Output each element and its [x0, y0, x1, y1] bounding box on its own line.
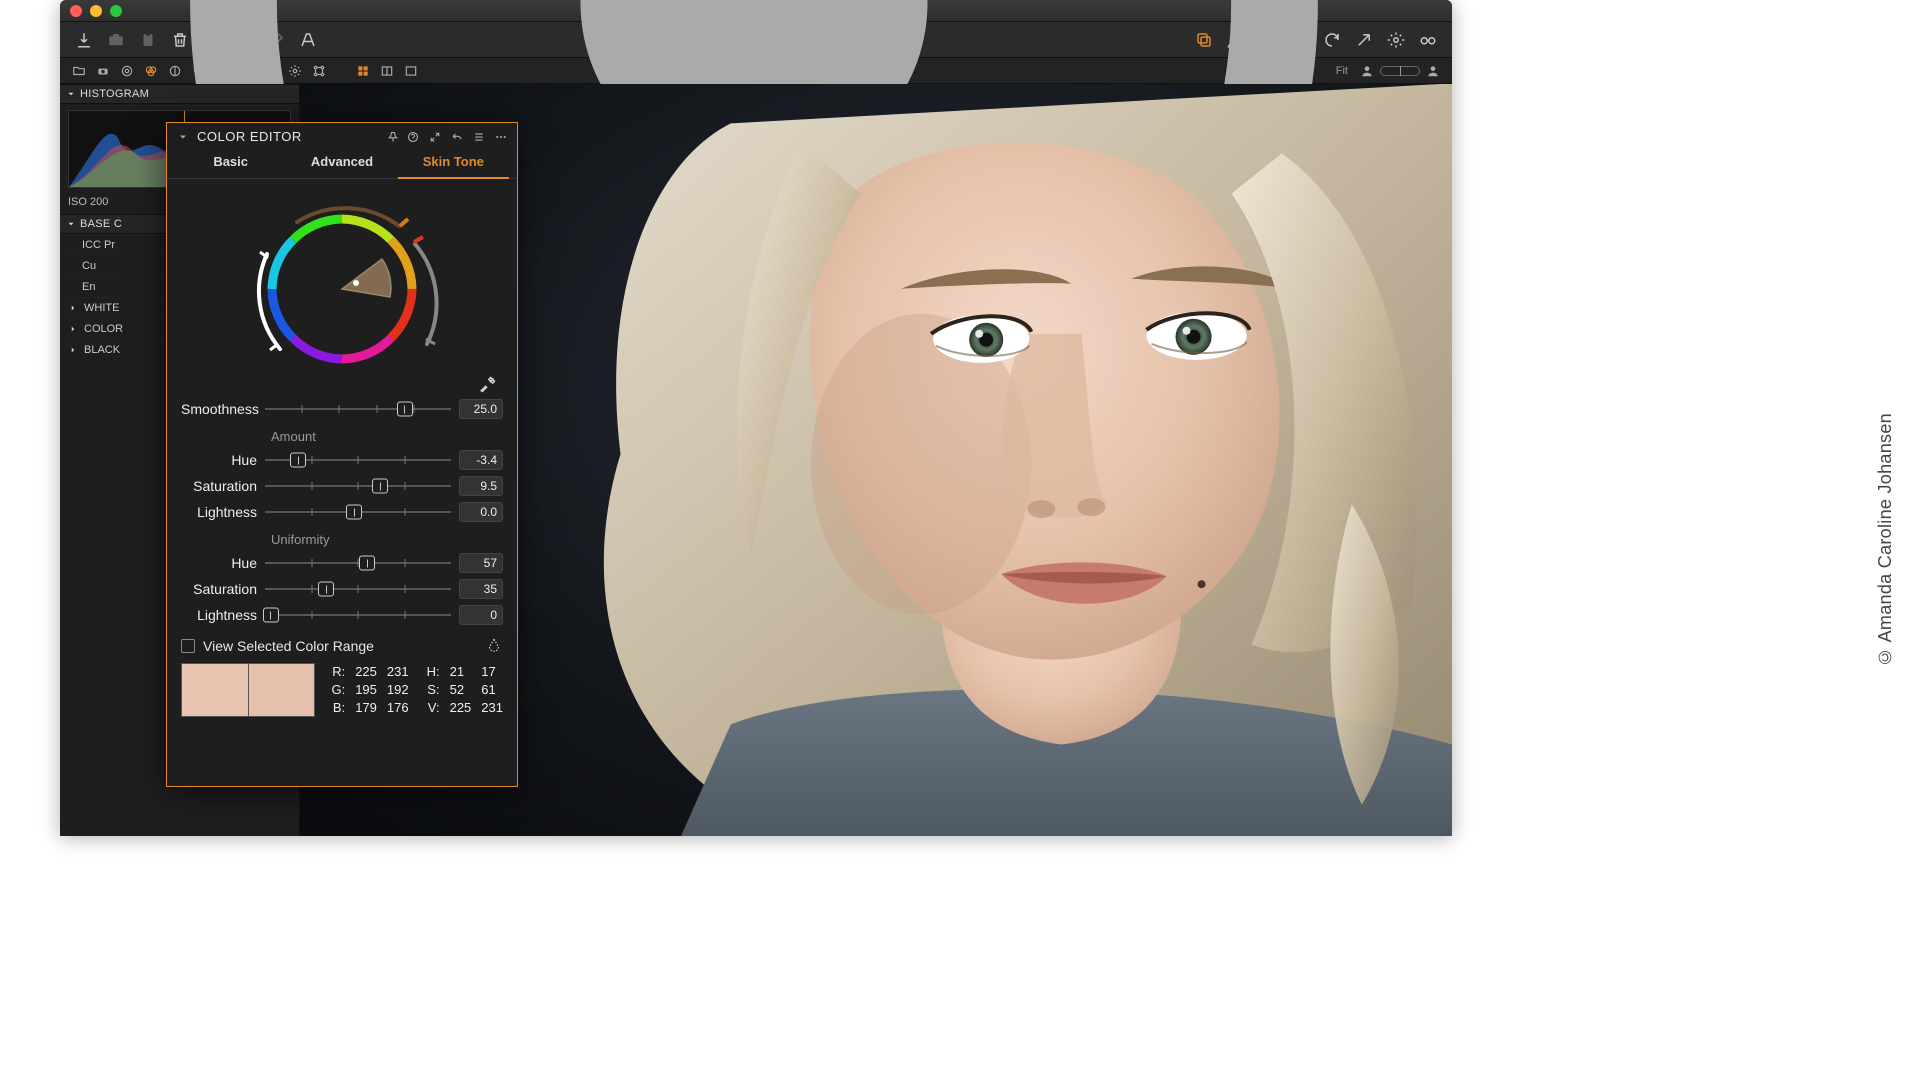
uni-hue-value[interactable]: 57: [459, 553, 503, 573]
smoothness-value[interactable]: 25.0: [459, 399, 503, 419]
amount-hue-label: Hue: [181, 452, 257, 468]
uni-light-label: Lightness: [181, 607, 257, 623]
crop-tool[interactable]: [694, 26, 722, 54]
rotate-right-button[interactable]: [1318, 26, 1346, 54]
keystone-tool[interactable]: [758, 26, 786, 54]
photo-credit: © Amanda Caroline Johansen: [1875, 413, 1896, 667]
view-range-label: View Selected Color Range: [203, 638, 374, 654]
viewer-mode-split-icon[interactable]: [376, 60, 398, 82]
person-right-icon[interactable]: [1422, 60, 1444, 82]
panel-reset-icon[interactable]: [451, 131, 463, 143]
capture-tab-icon[interactable]: [92, 60, 114, 82]
amount-sat-value[interactable]: 9.5: [459, 476, 503, 496]
exposure-tab-icon[interactable]: [164, 60, 186, 82]
grid-button[interactable]: [1254, 26, 1282, 54]
copy-adjustments-button[interactable]: [1190, 26, 1218, 54]
capture-button[interactable]: [102, 26, 130, 54]
viewer-mode-grid-icon[interactable]: [352, 60, 374, 82]
minimize-window-button[interactable]: [90, 5, 102, 17]
panel-collapse-icon[interactable]: [177, 131, 189, 143]
amount-hue-value[interactable]: -3.4: [459, 450, 503, 470]
amount-light-value[interactable]: 0.0: [459, 502, 503, 522]
smoothness-slider[interactable]: [265, 399, 451, 419]
amount-sat-slider[interactable]: [265, 476, 451, 496]
pan-tool[interactable]: [630, 26, 658, 54]
invert-pick-icon[interactable]: [485, 637, 503, 655]
amount-sat-label: Saturation: [181, 478, 257, 494]
uni-hue-slider[interactable]: [265, 553, 451, 573]
gear-tab-icon[interactable]: [284, 60, 306, 82]
panel-title: COLOR EDITOR: [197, 129, 379, 144]
swatch-after[interactable]: [248, 663, 315, 717]
viewer-mode-single-icon[interactable]: [400, 60, 422, 82]
process-tab-icon[interactable]: [308, 60, 330, 82]
cursor-tool[interactable]: [598, 26, 626, 54]
annotations-button[interactable]: [294, 26, 322, 54]
list-icon[interactable]: [473, 131, 485, 143]
zoom-tool[interactable]: [662, 26, 690, 54]
tab-skin-tone[interactable]: Skin Tone: [398, 148, 509, 179]
uniformity-header: Uniformity: [271, 532, 503, 547]
help-icon[interactable]: [407, 131, 419, 143]
amount-header: Amount: [271, 429, 503, 444]
fullscreen-window-button[interactable]: [110, 5, 122, 17]
redo-button[interactable]: [262, 26, 290, 54]
zoom-fit-label[interactable]: Fit: [1336, 65, 1348, 77]
amount-light-label: Lightness: [181, 504, 257, 520]
color-swatches-row: R:225231 G:195192 B:179176 H:2117 S:5261…: [181, 663, 503, 717]
glasses-button[interactable]: [1414, 26, 1442, 54]
amount-hue-slider[interactable]: [265, 450, 451, 470]
person-left-icon[interactable]: [1356, 60, 1378, 82]
exposure-indicator[interactable]: [1380, 66, 1420, 76]
rotate-tool[interactable]: [726, 26, 754, 54]
cog-button[interactable]: [1382, 26, 1410, 54]
metadata-tab-icon[interactable]: [236, 60, 258, 82]
color-tab-icon[interactable]: [140, 60, 162, 82]
library-tab-icon[interactable]: [68, 60, 90, 82]
main-toolbar: [60, 22, 1452, 58]
export-arrow-button[interactable]: [1350, 26, 1378, 54]
clipboard-button[interactable]: [134, 26, 162, 54]
tool-tab-bar: Fit: [60, 58, 1452, 84]
uni-light-slider[interactable]: [265, 605, 451, 625]
amount-light-slider[interactable]: [265, 502, 451, 522]
eraser-tool[interactable]: [854, 26, 882, 54]
spot-tool[interactable]: [790, 26, 818, 54]
view-range-checkbox[interactable]: [181, 639, 195, 653]
more-icon[interactable]: [495, 131, 507, 143]
rgb-hsv-readout: R:225231 G:195192 B:179176 H:2117 S:5261…: [315, 663, 503, 717]
uni-light-value[interactable]: 0: [459, 605, 503, 625]
undo-button[interactable]: [198, 26, 226, 54]
search-icon[interactable]: [188, 60, 210, 82]
close-window-button[interactable]: [70, 5, 82, 17]
trash-button[interactable]: [166, 26, 194, 54]
swatch-before[interactable]: [181, 663, 248, 717]
uni-sat-slider[interactable]: [265, 579, 451, 599]
brush-tool[interactable]: [822, 26, 850, 54]
histogram-header[interactable]: HISTOGRAM: [60, 84, 299, 104]
color-wheel[interactable]: [181, 189, 503, 389]
tab-basic[interactable]: Basic: [175, 148, 286, 178]
lens-tab-icon[interactable]: [116, 60, 138, 82]
color-pick-tool[interactable]: [886, 26, 914, 54]
info-tab-icon[interactable]: [260, 60, 282, 82]
pin-icon[interactable]: [387, 131, 399, 143]
color-editor-tabs: Basic Advanced Skin Tone: [167, 148, 517, 179]
expand-icon[interactable]: [429, 131, 441, 143]
eyedropper-button[interactable]: [477, 373, 499, 395]
tab-advanced[interactable]: Advanced: [286, 148, 397, 178]
color-editor-panel: COLOR EDITOR Basic Advanced Skin Tone: [166, 122, 518, 787]
uni-sat-label: Saturation: [181, 581, 257, 597]
sharpen-tab-icon[interactable]: [212, 60, 234, 82]
uni-hue-label: Hue: [181, 555, 257, 571]
uni-sat-value[interactable]: 35: [459, 579, 503, 599]
window-titlebar: Capture One Pro 10: [60, 0, 1452, 22]
rotate-left-button[interactable]: [1286, 26, 1314, 54]
reset-button[interactable]: [230, 26, 258, 54]
warning-button[interactable]: [1222, 26, 1250, 54]
import-button[interactable]: [70, 26, 98, 54]
smoothness-label: Smoothness: [181, 401, 257, 417]
